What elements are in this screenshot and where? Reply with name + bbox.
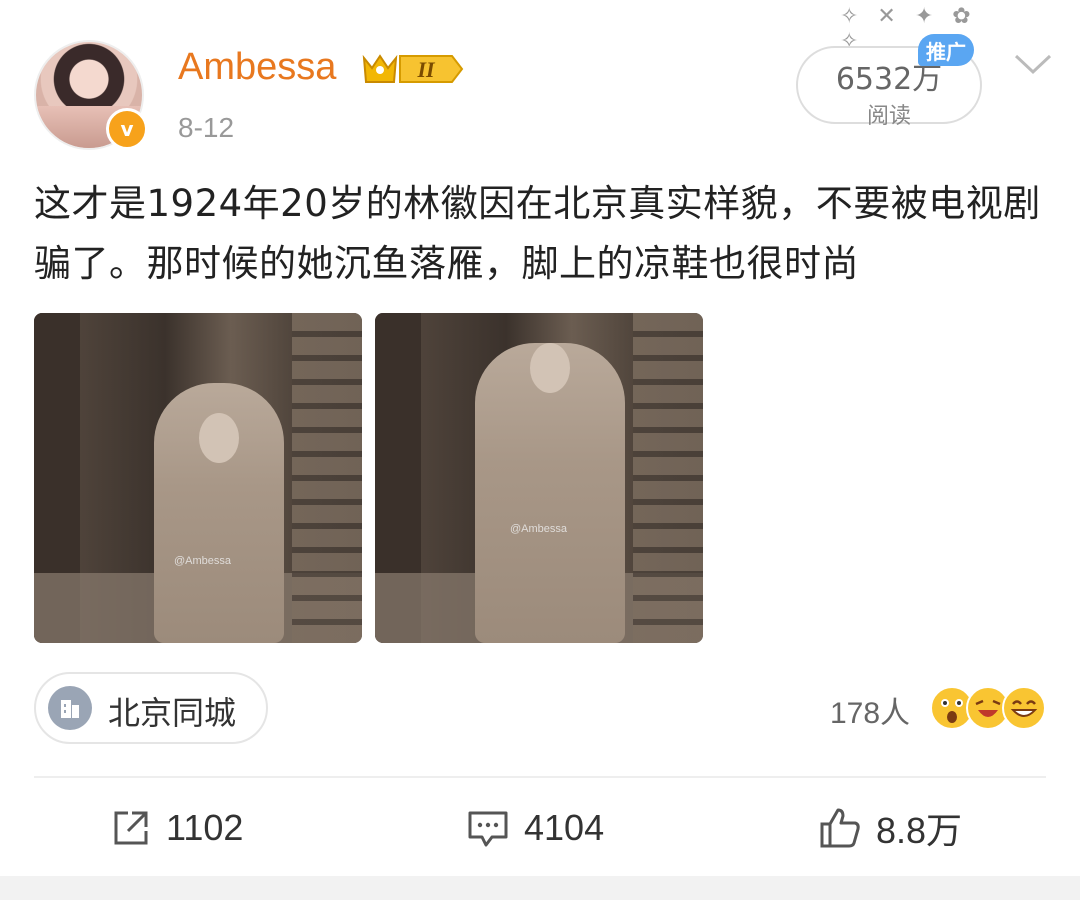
post-image-2[interactable]: @Ambessa xyxy=(375,313,703,643)
verified-badge-icon: v xyxy=(106,108,148,150)
repost-button[interactable]: 1102 xyxy=(110,800,243,856)
comment-icon xyxy=(468,811,508,847)
divider xyxy=(34,776,1046,778)
repost-count: 1102 xyxy=(166,807,244,848)
image-watermark: @Ambessa xyxy=(510,523,568,535)
location-label: 北京同城 xyxy=(108,694,237,732)
vip-level-label: II xyxy=(416,57,436,82)
post-date: 8-12 xyxy=(178,112,235,143)
comment-button[interactable]: 4104 xyxy=(466,800,604,856)
vip-crown-badge-icon[interactable]: II xyxy=(360,50,466,88)
comment-count: 4104 xyxy=(524,807,605,848)
post-image-1[interactable]: @Ambessa xyxy=(34,313,362,643)
thumbs-up-icon xyxy=(820,808,860,848)
chevron-down-icon[interactable] xyxy=(1010,48,1056,78)
like-button[interactable]: 8.8万 xyxy=(818,800,962,856)
username[interactable]: Ambessa xyxy=(178,46,336,89)
bottom-separator xyxy=(0,876,1080,900)
location-tag[interactable]: 北京同城 xyxy=(34,672,268,744)
like-count: 8.8万 xyxy=(876,810,963,851)
avatar-container[interactable]: v xyxy=(34,40,148,150)
read-count-label: 阅读 xyxy=(866,104,911,129)
grinning-emoji-icon xyxy=(1002,686,1046,730)
promotion-tag: 推广 xyxy=(918,34,974,66)
image-watermark: @Ambessa xyxy=(174,555,232,567)
post-text: 这才是1924年20岁的林徽因在北京真实样貌，不要被电视剧骗了。那时候的她沉鱼落… xyxy=(34,182,1041,285)
repost-icon xyxy=(114,811,148,845)
reaction-people-count[interactable]: 178人 xyxy=(830,688,910,732)
building-icon xyxy=(48,686,92,730)
